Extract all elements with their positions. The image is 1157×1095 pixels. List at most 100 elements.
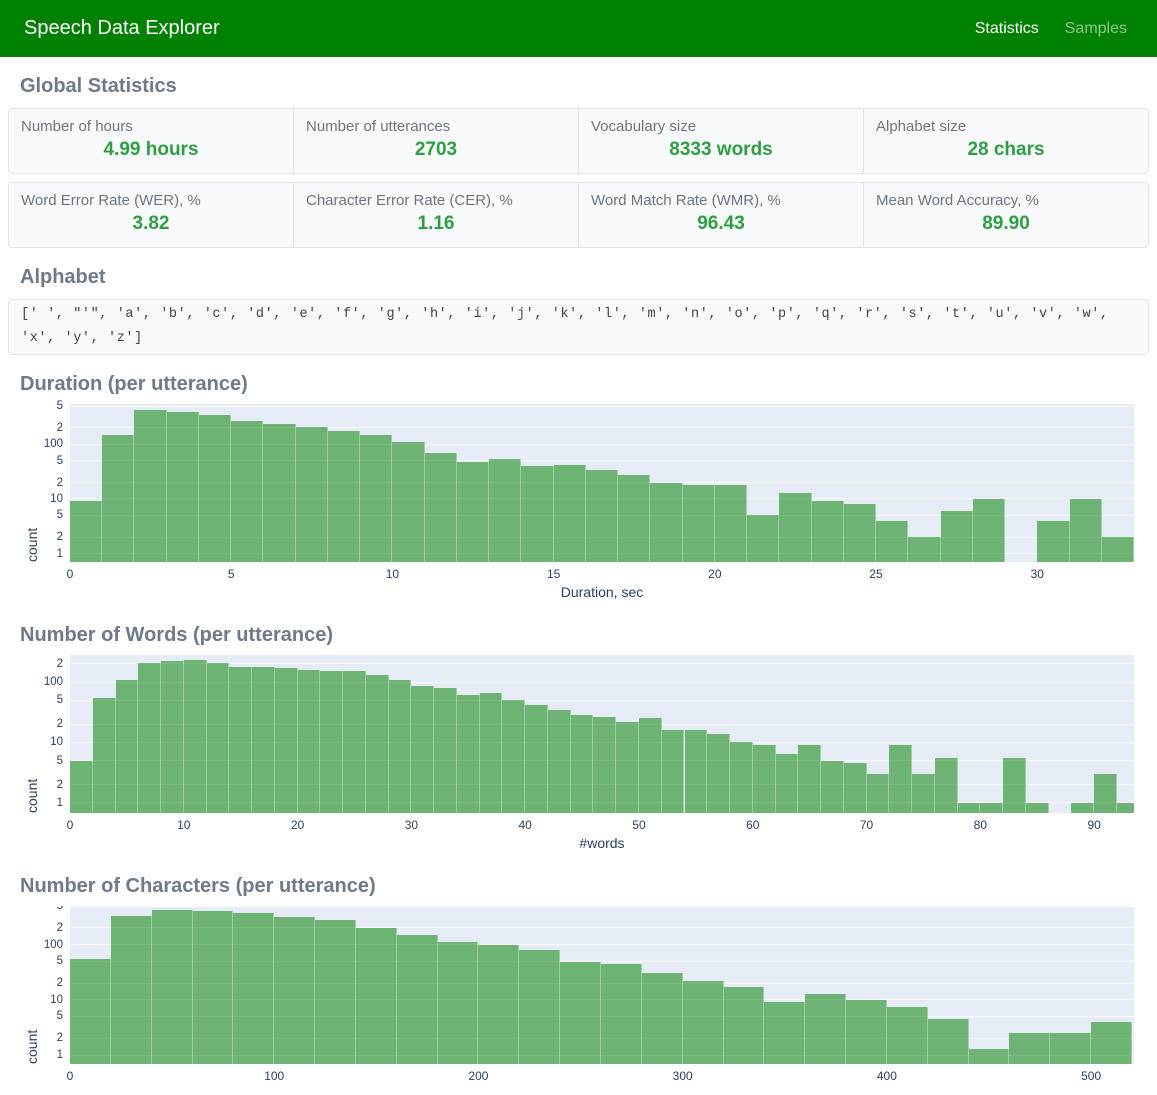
- histogram-bar: [1071, 803, 1094, 813]
- nav-link-samples[interactable]: Samples: [1065, 20, 1127, 38]
- histogram-bar: [908, 537, 940, 562]
- histogram-bar: [320, 671, 343, 813]
- stat-card-alphabet-size: Alphabet size 28 chars: [863, 109, 1148, 173]
- y-tick-label: 10: [50, 735, 63, 749]
- x-axis-ticks: 051015202530: [70, 566, 1134, 584]
- histogram-bar: [274, 917, 315, 1064]
- y-tick-label: 5: [57, 906, 63, 913]
- x-tick-label: 0: [45, 567, 95, 581]
- histogram-bar: [229, 667, 252, 813]
- histogram-bar: [392, 442, 424, 562]
- histogram-bar: [707, 734, 730, 813]
- x-tick-label: 60: [728, 818, 778, 832]
- stat-value: 96.43: [591, 213, 851, 235]
- histogram-bar: [980, 803, 1003, 813]
- nav-link-statistics[interactable]: Statistics: [975, 20, 1039, 38]
- histogram-bar: [1026, 803, 1049, 813]
- x-tick-label: 20: [273, 818, 323, 832]
- x-tick-label: 500: [1066, 1069, 1116, 1083]
- stat-card-hours: Number of hours 4.99 hours: [9, 109, 293, 173]
- x-tick-label: 10: [159, 818, 209, 832]
- x-tick-label: 15: [529, 567, 579, 581]
- histogram-bar: [199, 415, 231, 562]
- y-tick-label: 5: [57, 1009, 63, 1023]
- histogram-bar: [876, 521, 908, 562]
- app-brand[interactable]: Speech Data Explorer: [24, 17, 220, 40]
- global-statistics-heading: Global Statistics: [20, 75, 1137, 98]
- histogram-bar: [480, 693, 503, 813]
- histogram-bar: [683, 485, 715, 562]
- x-tick-label: 70: [842, 818, 892, 832]
- y-axis-ticks: 12510251002: [8, 655, 70, 813]
- stats-row-2: Word Error Rate (WER), % 3.82 Character …: [8, 182, 1149, 248]
- x-axis-ticks: 0102030405060708090: [70, 817, 1134, 835]
- histogram-bar: [730, 742, 753, 813]
- gridline: [70, 906, 1134, 907]
- stat-card-wer: Word Error Rate (WER), % 3.82: [9, 183, 293, 247]
- y-tick-label: 2: [57, 530, 63, 544]
- histogram-bar: [70, 959, 111, 1064]
- histogram-bar: [586, 470, 618, 562]
- y-tick-label: 5: [57, 454, 63, 468]
- histogram-bar: [846, 1000, 887, 1064]
- x-tick-label: 90: [1069, 818, 1119, 832]
- histogram-bar: [70, 761, 93, 813]
- stat-label: Word Error Rate (WER), %: [21, 192, 281, 210]
- words-chart-title: Number of Words (per utterance): [20, 624, 1137, 647]
- histogram-bar: [889, 745, 912, 813]
- histogram-bar: [642, 973, 683, 1064]
- histogram-bar: [753, 745, 776, 813]
- y-tick-label: 2: [57, 657, 63, 671]
- histogram-bar: [366, 675, 389, 813]
- histogram-bar: [662, 730, 685, 813]
- histogram-bar: [779, 493, 811, 562]
- histogram-bar: [724, 987, 765, 1064]
- x-axis-ticks: 0100200300400500: [70, 1068, 1134, 1086]
- histogram-bar: [315, 920, 356, 1064]
- plot-area[interactable]: [70, 906, 1134, 1064]
- histogram-bar: [298, 670, 321, 813]
- y-axis-ticks: 125102510025: [8, 404, 70, 562]
- histogram-bar: [935, 758, 958, 813]
- plot-area[interactable]: [70, 655, 1134, 813]
- histogram-bar: [111, 916, 152, 1064]
- histogram-bar: [958, 803, 981, 813]
- histogram-bar: [263, 424, 295, 562]
- histogram-bar: [502, 700, 525, 813]
- x-tick-label: 30: [386, 818, 436, 832]
- x-tick-label: 200: [453, 1069, 503, 1083]
- histogram-bar: [138, 663, 161, 813]
- y-tick-label: 10: [50, 993, 63, 1007]
- alphabet-box: [' ', "'", 'a', 'b', 'c', 'd', 'e', 'f',…: [8, 299, 1149, 355]
- histogram-bar: [1050, 1033, 1091, 1064]
- histogram-bar: [525, 705, 548, 813]
- histogram-bar: [812, 501, 844, 562]
- stat-value: 4.99 hours: [21, 139, 281, 161]
- duration-chart-title: Duration (per utterance): [20, 373, 1137, 396]
- x-tick-label: 30: [1012, 567, 1062, 581]
- histogram-bar: [411, 686, 434, 813]
- y-tick-label: 100: [44, 675, 63, 689]
- histogram-bar: [233, 913, 274, 1064]
- plot-area[interactable]: [70, 404, 1134, 562]
- histogram-bar: [360, 435, 392, 562]
- histogram-bar: [434, 688, 457, 813]
- histogram-bar: [275, 668, 298, 813]
- y-tick-label: 2: [57, 1031, 63, 1045]
- histogram-bar: [715, 485, 747, 562]
- histogram-bar: [152, 910, 193, 1064]
- histogram-bar: [650, 483, 682, 562]
- y-tick-label: 5: [57, 399, 63, 413]
- stat-label: Vocabulary size: [591, 118, 851, 136]
- y-tick-label: 2: [57, 921, 63, 935]
- histogram-bar: [601, 964, 642, 1064]
- x-tick-label: 50: [614, 818, 664, 832]
- x-tick-label: 400: [862, 1069, 912, 1083]
- duration-histogram: count 125102510025 051015202530 Duration…: [8, 404, 1149, 606]
- gridline: [70, 663, 1134, 664]
- x-tick-label: 300: [658, 1069, 708, 1083]
- histogram-bar: [821, 761, 844, 813]
- histogram-bar: [1003, 758, 1026, 813]
- y-tick-label: 5: [57, 508, 63, 522]
- histogram-bar: [457, 695, 480, 813]
